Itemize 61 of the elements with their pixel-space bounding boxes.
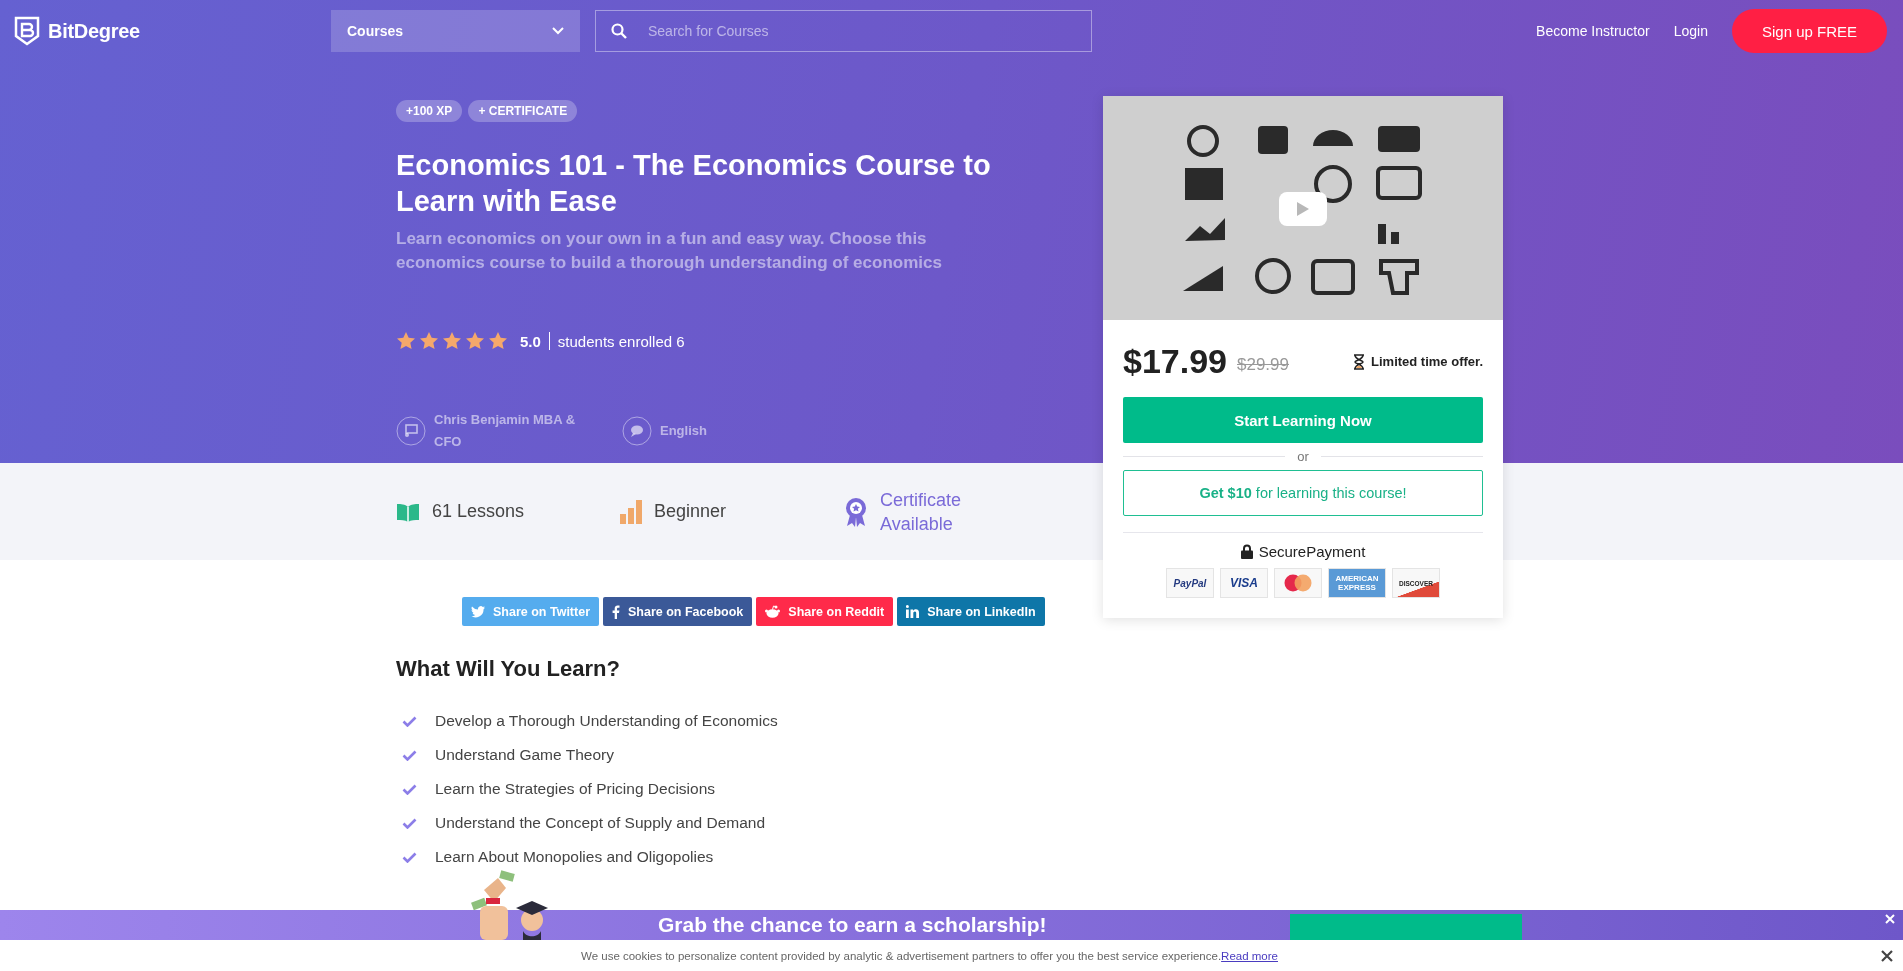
paypal-logo: PayPal [1166, 568, 1214, 598]
speech-bubble-icon [622, 416, 652, 446]
secure-payment-label: SecurePayment [1258, 543, 1366, 560]
share-button[interactable]: Share on LinkedIn [897, 597, 1045, 626]
book-icon [396, 501, 420, 522]
checkmark-icon [402, 715, 417, 727]
instructor-name[interactable]: Chris Benjamin MBA & CFO [434, 409, 594, 453]
stat-label: Beginner [654, 501, 727, 522]
checkmark-icon [402, 783, 417, 795]
search-icon [611, 23, 627, 39]
visa-logo: VISA [1220, 568, 1268, 598]
course-title: Economics 101 - The Economics Course to Learn with Ease [396, 148, 992, 219]
chevron-down-icon [552, 27, 564, 35]
learning-outcome: Develop a Thorough Understanding of Economics [435, 712, 778, 730]
checkmark-icon [402, 851, 417, 863]
checkmark-icon [402, 817, 417, 829]
earn-reward-button[interactable]: Get $10 for learning this course! [1123, 470, 1483, 516]
amex-logo: AMERICAN EXPRESS [1328, 568, 1386, 598]
start-learning-button[interactable]: Start Learning Now [1123, 397, 1483, 443]
lock-icon [1240, 544, 1253, 559]
read-more-link[interactable]: Read more [1221, 949, 1278, 962]
instructor-icon [396, 416, 426, 446]
learning-outcome: Understand Game Theory [435, 746, 614, 764]
badge: + CERTIFICATE [468, 100, 578, 122]
learning-outcome: Learn About Monopolies and Oligopolies [435, 848, 714, 866]
stat-label: Certificate Available [880, 488, 963, 536]
share-button[interactable]: Share on Reddit [756, 597, 894, 626]
badge: +100 XP [396, 100, 463, 122]
rating-value: 5.0 [520, 332, 541, 350]
old-price: $29.99 [1237, 354, 1289, 375]
bird-icon [471, 605, 485, 618]
mastercard-logo [1274, 568, 1322, 598]
level-bars-icon [620, 499, 642, 524]
stat-label: 61 Lessons [432, 501, 525, 522]
banner-headline: Grab the chance to earn a scholarship! [658, 913, 1047, 937]
linkedin-icon [906, 605, 920, 618]
share-button[interactable]: Share on Facebook [603, 597, 753, 626]
nav-link[interactable]: Become Instructor [1536, 23, 1650, 39]
nav-link[interactable]: Login [1673, 23, 1708, 39]
hourglass-icon [1353, 353, 1366, 370]
learning-outcome: Learn the Strategies of Pricing Decisions [435, 780, 715, 798]
divider-label: or [1297, 449, 1309, 464]
play-icon [1297, 202, 1309, 216]
section-heading: What Will You Learn? [396, 656, 621, 682]
course-subtitle: Learn economics on your own in a fun and easy way. Choose this economics course to build a thorough understanding of economics [396, 228, 943, 274]
reddit-icon [765, 605, 781, 618]
close-icon[interactable] [1881, 950, 1893, 962]
checkmark-icon [402, 749, 417, 761]
offer-label: Limited time offer. [1371, 354, 1483, 369]
logo-text[interactable]: BitDegree [48, 19, 140, 43]
signup-button[interactable]: Sign up FREE [1731, 9, 1887, 53]
shield-logo-icon [14, 16, 40, 46]
cookie-notice: We use cookies to personalize content provided by analytic & advertisement partners to offer you the best service experience.Read more [581, 949, 1278, 962]
price: $17.99 [1123, 342, 1227, 381]
share-button[interactable]: Share on Twitter [462, 597, 599, 626]
enrolled-count: students enrolled 6 [557, 332, 685, 350]
category-dropdown[interactable]: Courses [331, 10, 580, 52]
facebook-icon [612, 604, 620, 619]
course-language: English [660, 422, 707, 440]
award-ribbon-icon [844, 496, 868, 527]
learning-outcome: Understand the Concept of Supply and Demand [435, 814, 766, 832]
